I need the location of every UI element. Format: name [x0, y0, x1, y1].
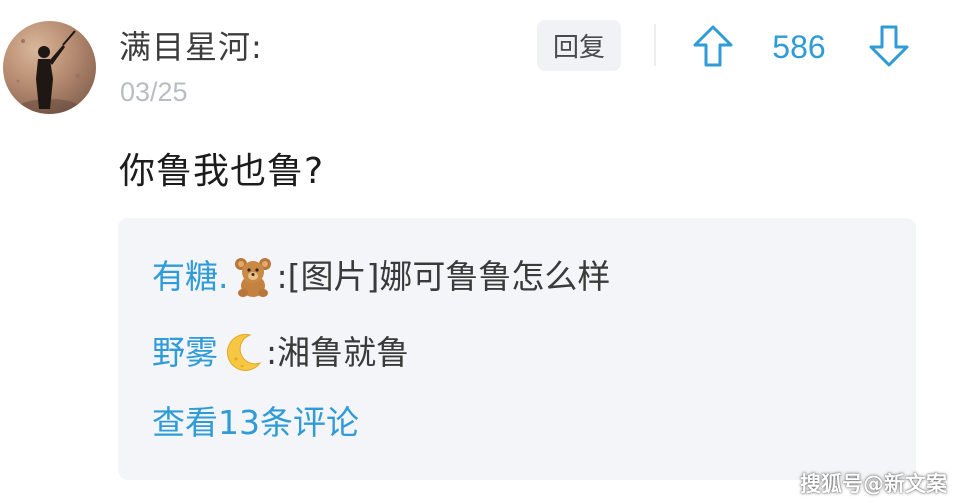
watermark: 搜狐号@新文案	[800, 472, 947, 496]
crescent-moon-emoji	[220, 331, 264, 375]
arrow-down-icon	[869, 25, 909, 67]
reply-item: 野雾 : 湘鲁就鲁	[152, 330, 409, 376]
replies-box: 有糖. : [图片]娜可鲁鲁怎么样 野雾: 湘鲁就鲁 查看13条评论	[118, 218, 916, 480]
reply-text: 湘鲁就鲁	[277, 333, 410, 372]
username[interactable]: 满目星河:	[119, 25, 263, 69]
user-avatar[interactable]	[3, 21, 96, 114]
downvote-button[interactable]	[867, 23, 911, 69]
comment-date: 03/25	[120, 77, 188, 107]
reply-separator: :	[276, 257, 288, 296]
silhouette-icon	[16, 30, 81, 114]
reply-separator: :	[266, 333, 278, 372]
reply-username[interactable]: 有糖.	[152, 254, 229, 300]
arrow-up-icon	[693, 25, 733, 67]
teddy-bear-emoji	[231, 255, 275, 299]
comment-text: 你鲁我也鲁?	[119, 151, 325, 192]
reply-item: 有糖. : [图片]娜可鲁鲁怎么样	[152, 254, 610, 300]
vote-count: 586	[772, 29, 826, 65]
upvote-button[interactable]	[691, 23, 735, 69]
reply-text: [图片]娜可鲁鲁怎么样	[287, 257, 611, 296]
divider	[654, 24, 656, 66]
comment-card: 满目星河: 03/25 回复 586 你鲁我也鲁? 有糖.: [图片]娜可鲁鲁…	[0, 0, 960, 503]
reply-username[interactable]: 野雾	[152, 330, 218, 376]
reply-button[interactable]: 回复	[537, 20, 621, 71]
view-more-comments-link[interactable]: 查看13条评论	[152, 400, 359, 446]
